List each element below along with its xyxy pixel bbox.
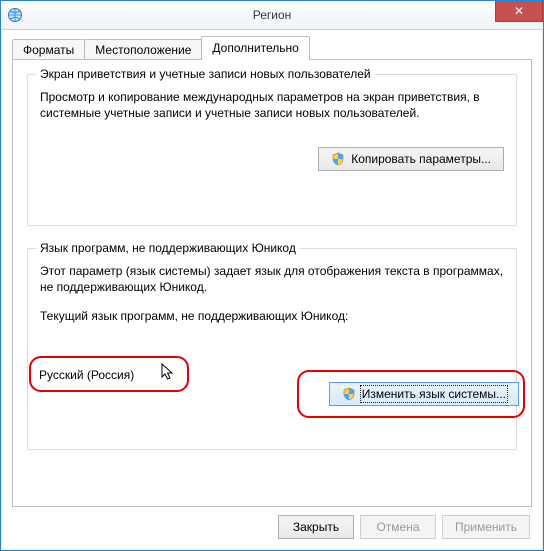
tab-advanced[interactable]: Дополнительно — [201, 36, 309, 60]
close-icon: ✕ — [514, 4, 524, 18]
button-label: Копировать параметры... — [351, 152, 491, 166]
button-label: Отмена — [376, 520, 419, 534]
tab-formats[interactable]: Форматы — [12, 39, 85, 61]
copy-settings-button[interactable]: Копировать параметры... — [318, 147, 504, 171]
group-description: Этот параметр (язык системы) задает язык… — [40, 263, 504, 295]
apply-button[interactable]: Применить — [442, 515, 530, 539]
button-label: Применить — [455, 520, 517, 534]
window-title: Регион — [1, 8, 543, 22]
globe-icon — [7, 7, 23, 23]
group-description: Просмотр и копирование международных пар… — [40, 89, 504, 121]
close-dialog-button[interactable]: Закрыть — [278, 515, 354, 539]
dialog-button-row: Закрыть Отмена Применить — [278, 515, 530, 539]
tab-label: Дополнительно — [212, 41, 298, 55]
tab-page-advanced: Экран приветствия и учетные записи новых… — [12, 59, 532, 507]
tab-location[interactable]: Местоположение — [84, 39, 202, 61]
change-system-locale-button[interactable]: Изменить язык системы... — [329, 382, 519, 406]
region-window: Регион ✕ Форматы Местоположение Дополнит… — [0, 0, 544, 551]
button-label: Закрыть — [293, 520, 339, 534]
current-language-label: Текущий язык программ, не поддерживающих… — [40, 309, 504, 323]
uac-shield-icon — [331, 152, 345, 166]
group-welcome-screen: Экран приветствия и учетные записи новых… — [27, 74, 517, 226]
current-language-value: Русский (Россия) — [39, 368, 134, 382]
uac-shield-icon — [342, 387, 356, 401]
close-button[interactable]: ✕ — [495, 1, 543, 22]
tab-label: Местоположение — [95, 43, 191, 57]
group-legend: Экран приветствия и учетные записи новых… — [36, 67, 375, 81]
group-legend: Язык программ, не поддерживающих Юникод — [36, 241, 300, 255]
cancel-button[interactable]: Отмена — [360, 515, 436, 539]
tab-label: Форматы — [23, 43, 74, 57]
tab-strip: Форматы Местоположение Дополнительно — [12, 38, 309, 60]
titlebar: Регион ✕ — [1, 1, 543, 30]
group-non-unicode: Язык программ, не поддерживающих Юникод … — [27, 248, 517, 450]
button-label: Изменить язык системы... — [362, 387, 506, 401]
client-area: Форматы Местоположение Дополнительно Экр… — [2, 30, 542, 549]
